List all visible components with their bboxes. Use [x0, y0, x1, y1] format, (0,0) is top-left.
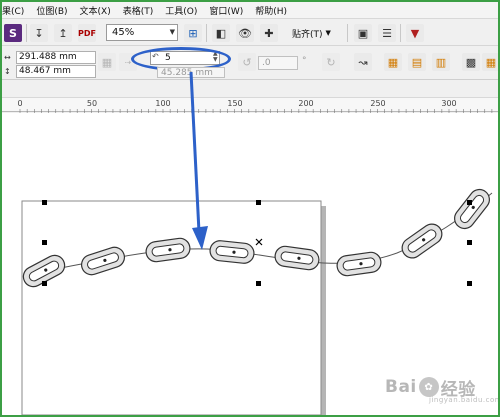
path-properties-icon[interactable]: ↝ [354, 53, 372, 71]
watermark-text-left: Bai [385, 377, 417, 397]
blend-spacing-value: 45.285 mm [161, 67, 213, 78]
zoom-fit-icon[interactable]: ⊞ [184, 24, 202, 42]
selection-handle[interactable] [256, 281, 261, 286]
toolbar-separator [206, 24, 207, 42]
menu-item-effects[interactable]: 果(C) [2, 4, 30, 17]
paw-logo-icon: ✿ [418, 377, 439, 397]
object-height-input[interactable]: 48.467 mm [16, 64, 96, 78]
toolbar-separator [400, 24, 401, 42]
watermark-url: jingyan.baidu.com [429, 396, 498, 404]
show-grid-icon[interactable]: ✚ [260, 24, 278, 42]
property-bar: ↔ 291.488 mm ↕ 48.467 mm ▦ ⇢ 5 ↶ ▲ ▼ 45.2… [2, 47, 498, 80]
import-icon[interactable]: ↧ [30, 24, 48, 42]
chain-link[interactable] [398, 220, 446, 262]
horizontal-ruler: 0 50 100 150 200 250 300 [2, 97, 498, 113]
menu-item-help[interactable]: 帮助(H) [249, 4, 293, 17]
chain-link[interactable] [451, 186, 494, 233]
zoom-level-value: 45% [112, 27, 135, 38]
selection-handle[interactable] [42, 281, 47, 286]
ruler-label: 250 [370, 99, 386, 108]
preset-list-icon[interactable]: ▦ [98, 53, 116, 71]
menu-item-window[interactable]: 窗口(W) [203, 4, 249, 17]
toolbar-separator [26, 24, 27, 42]
ruler-label: 200 [298, 99, 314, 108]
drawing-surface [21, 186, 494, 415]
blend-color-direct-icon[interactable]: ▦ [384, 53, 402, 71]
application-launcher-icon[interactable]: ▼ [406, 24, 424, 42]
chevron-down-icon: ▼ [325, 29, 331, 37]
selection-handle[interactable] [467, 240, 472, 245]
selection-handle[interactable] [467, 200, 472, 205]
blend-color-clockwise-icon[interactable]: ▤ [408, 53, 426, 71]
object-width-input[interactable]: 291.488 mm [16, 50, 96, 64]
loop-blend-icon[interactable]: ↻ [322, 53, 340, 71]
menu-item-text[interactable]: 文本(X) [74, 4, 117, 17]
welcome-screen-icon[interactable]: ▣ [354, 24, 372, 42]
drawing-canvas[interactable] [2, 113, 498, 415]
blend-direction-input[interactable]: .0 [258, 56, 298, 70]
ruler-label: 100 [155, 99, 171, 108]
more-blend-options-icon[interactable]: ▦ [482, 53, 498, 71]
ruler-label: 150 [227, 99, 243, 108]
blend-direction-value: .0 [262, 58, 271, 68]
selection-handle[interactable] [42, 240, 47, 245]
chevron-down-icon[interactable]: ▼ [170, 28, 175, 36]
publish-pdf-icon[interactable]: PDF [78, 24, 96, 42]
ruler-label: 50 [86, 99, 98, 108]
snap-to-label: 贴齐(T) [292, 29, 323, 40]
selection-handle[interactable] [256, 200, 261, 205]
height-arrows-icon: ↕ [4, 66, 11, 76]
baidu-watermark: Bai ✿ 经验 jingyan.baidu.com [385, 372, 498, 404]
menu-bar: 果(C) 位图(B) 文本(X) 表格(T) 工具(O) 窗口(W) 帮助(H) [2, 2, 498, 19]
blend-spacing-input[interactable]: 45.285 mm [157, 67, 225, 78]
standard-toolbar: S ↧ ↥ PDF 45% ▼ ⊞ ◧ 👁 ✚ 贴齐(T) ▼ ▣ ☰ ▼ [2, 20, 498, 46]
options-icon[interactable]: ☰ [378, 24, 396, 42]
width-arrows-icon: ↔ [4, 52, 11, 62]
ruler-ticks [19, 109, 493, 113]
view-wireframe-icon[interactable]: 👁 [236, 24, 254, 42]
snap-to-dropdown[interactable]: 贴齐(T) ▼ [289, 25, 334, 41]
export-icon[interactable]: ↥ [54, 24, 72, 42]
full-screen-icon[interactable]: ◧ [212, 24, 230, 42]
object-and-color-acceleration-icon[interactable]: ▩ [462, 53, 480, 71]
blend-direction-icon[interactable]: ↺ [238, 53, 256, 71]
chain-link[interactable] [336, 251, 382, 277]
menu-item-table[interactable]: 表格(T) [117, 4, 160, 17]
object-width-field: ↔ 291.488 mm [4, 50, 96, 64]
app-window: 果(C) 位图(B) 文本(X) 表格(T) 工具(O) 窗口(W) 帮助(H)… [2, 2, 498, 415]
ruler-label: 0 [17, 99, 23, 108]
menu-item-tools[interactable]: 工具(O) [159, 4, 203, 17]
selection-handle[interactable] [467, 281, 472, 286]
corel-logo-icon[interactable]: S [4, 24, 22, 42]
blend-color-counterclockwise-icon[interactable]: ▥ [432, 53, 450, 71]
object-height-field: ↕ 48.467 mm [4, 64, 96, 78]
ruler-label: 300 [441, 99, 457, 108]
selection-handle[interactable] [42, 200, 47, 205]
page-border [21, 200, 322, 415]
degree-symbol: ° [302, 56, 307, 66]
menu-item-bitmaps[interactable]: 位图(B) [30, 4, 73, 17]
zoom-level-combo[interactable]: 45% ▼ [106, 24, 178, 41]
toolbar-separator [347, 24, 348, 42]
